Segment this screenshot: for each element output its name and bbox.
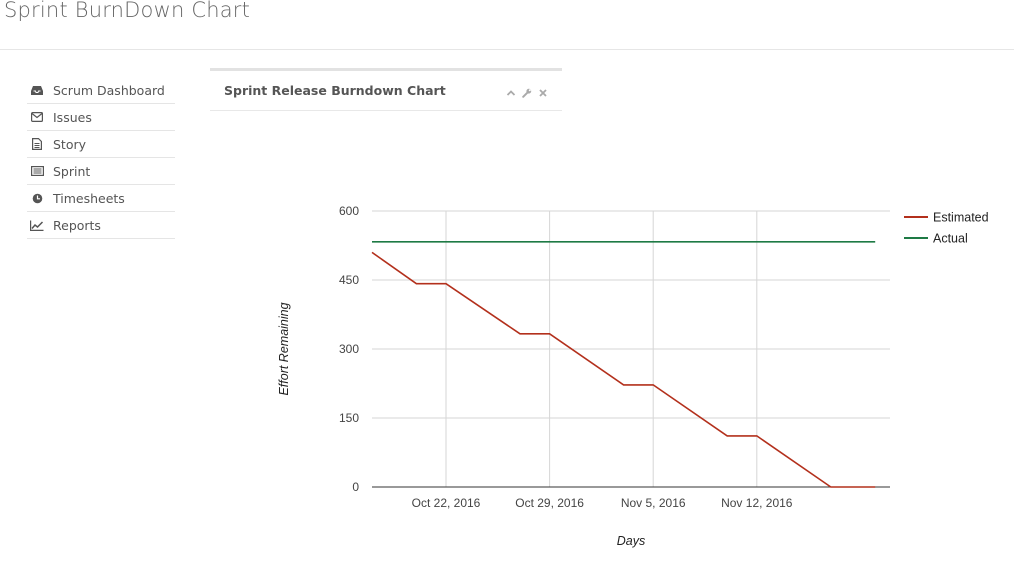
y-tick-label: 450	[339, 273, 359, 287]
x-tick-label: Oct 29, 2016	[515, 496, 584, 510]
x-tick-label: Nov 5, 2016	[621, 496, 686, 510]
x-axis-title: Days	[617, 534, 645, 548]
y-tick-label: 600	[339, 204, 359, 218]
y-axis-title: Effort Remaining	[277, 302, 291, 395]
x-tick-label: Oct 22, 2016	[412, 496, 481, 510]
y-tick-label: 300	[339, 342, 359, 356]
y-tick-label: 150	[339, 411, 359, 425]
legend-label-actual: Actual	[933, 232, 968, 246]
burndown-chart: 0 150 300 450 600 Oct 22, 2016 Oct 29, 2016 Nov…	[277, 204, 989, 548]
series-line-estimated	[371, 251, 876, 488]
x-tick-label: Nov 12, 2016	[721, 496, 793, 510]
legend-label-estimated: Estimated	[933, 211, 989, 225]
y-tick-label: 0	[352, 480, 359, 494]
